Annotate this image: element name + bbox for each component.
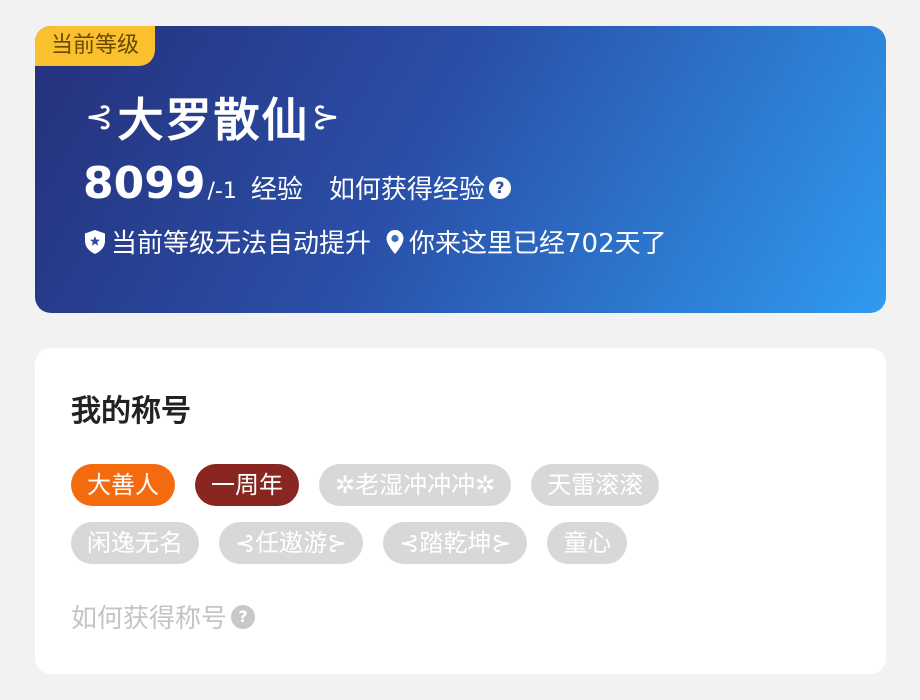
title-tag[interactable]: 一周年 <box>195 464 299 506</box>
title-tag[interactable]: 天雷滚滚 <box>531 464 660 506</box>
days-text: 你来这里已经702天了 <box>409 229 667 259</box>
days-info: 你来这里已经702天了 <box>385 223 667 260</box>
title-tag[interactable]: ⊰踏乾坤⊱ <box>383 522 528 564</box>
swirl-right-ornament: ⊱ <box>311 97 342 137</box>
my-titles-heading: 我的称号 <box>71 394 191 429</box>
shield-icon <box>83 229 107 255</box>
level-name-text: 大罗散仙 <box>117 93 310 147</box>
how-to-gain-title-label: 如何获得称号 <box>71 604 228 634</box>
title-tag[interactable]: 闲逸无名 <box>71 522 199 564</box>
how-to-gain-exp-label: 如何获得经验 <box>328 175 485 205</box>
question-icon[interactable]: ? <box>488 176 511 199</box>
cannot-upgrade-info: 当前等级无法自动提升 <box>83 223 371 260</box>
how-to-gain-exp-link[interactable]: 如何获得经验 ? <box>329 169 511 206</box>
experience-row: 8099 /-1 经验 如何获得经验 ? <box>83 158 511 209</box>
title-tags: 大善人 一周年 ✲老湿冲冲冲✲ 天雷滚滚 闲逸无名 ⊰任遨游⊱ ⊰踏乾坤⊱ 童心 <box>71 464 861 580</box>
title-tags-row-1: 大善人 一周年 ✲老湿冲冲冲✲ 天雷滚滚 <box>71 464 861 506</box>
level-card: 当前等级 ⊰ 大罗散仙 ⊱ 8099 /-1 经验 如何获得经验 ? 当前等级无… <box>35 26 886 313</box>
my-titles-card: 我的称号 大善人 一周年 ✲老湿冲冲冲✲ 天雷滚滚 闲逸无名 ⊰任遨游⊱ ⊰踏乾… <box>35 348 886 674</box>
title-tag[interactable]: 大善人 <box>71 464 175 506</box>
title-tag[interactable]: 童心 <box>547 522 628 564</box>
title-tag[interactable]: ⊰任遨游⊱ <box>219 522 364 564</box>
title-tags-row-2: 闲逸无名 ⊰任遨游⊱ ⊰踏乾坤⊱ 童心 <box>71 522 861 564</box>
experience-total: /-1 <box>207 179 237 204</box>
info-row: 当前等级无法自动提升 你来这里已经702天了 <box>83 223 681 260</box>
question-icon[interactable]: ? <box>231 604 256 629</box>
current-level-tag: 当前等级 <box>35 26 156 66</box>
how-to-gain-title-link[interactable]: 如何获得称号 ? <box>71 598 256 635</box>
title-tag[interactable]: ✲老湿冲冲冲✲ <box>319 464 512 506</box>
experience-unit: 经验 <box>250 175 303 205</box>
swirl-left-ornament: ⊰ <box>85 97 116 137</box>
location-pin-icon <box>385 229 405 255</box>
level-name: ⊰ 大罗散仙 ⊱ <box>83 84 344 150</box>
experience-value: 8099 <box>83 158 206 209</box>
cannot-upgrade-text: 当前等级无法自动提升 <box>111 229 372 259</box>
